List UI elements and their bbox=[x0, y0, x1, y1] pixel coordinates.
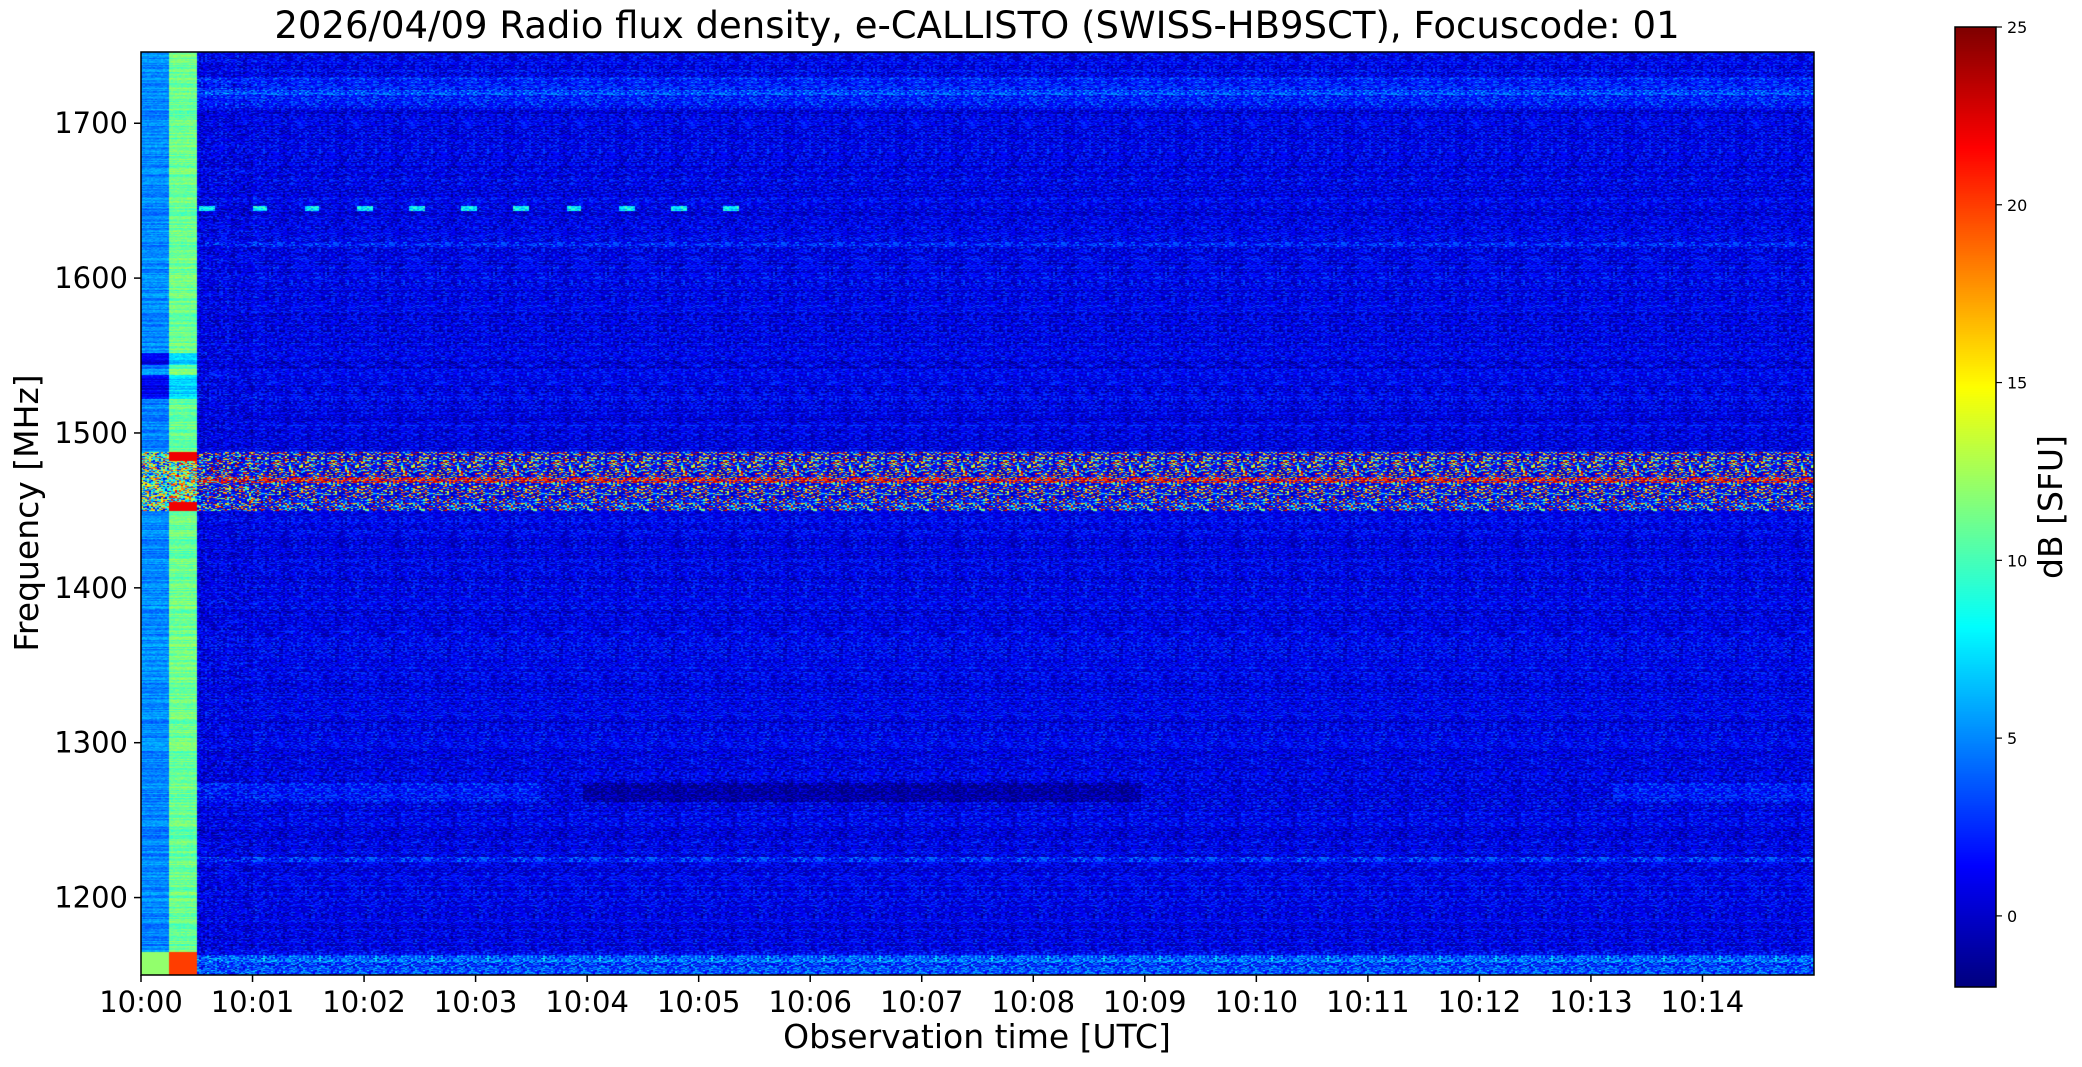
y-tick-label: 1300 bbox=[54, 726, 128, 760]
y-tick-label: 1500 bbox=[54, 416, 128, 450]
colorbar-tick-label: 5 bbox=[2007, 729, 2017, 748]
y-axis-label: Frequency [MHz] bbox=[7, 374, 46, 651]
x-tick-label: 10:03 bbox=[434, 985, 518, 1019]
x-ticks: 10:00 10:01 10:02 10:03 10:04 10:05 10:06 10:07… bbox=[99, 975, 1744, 1019]
colorbar-tick-label: 20 bbox=[2007, 196, 2027, 215]
chart-root: 2026/04/09 Radio flux density, e-CALLIST… bbox=[0, 0, 2082, 1067]
x-tick-label: 10:04 bbox=[545, 985, 629, 1019]
x-tick-label: 10:07 bbox=[880, 985, 964, 1019]
chart-title: 2026/04/09 Radio flux density, e-CALLIST… bbox=[274, 4, 1679, 47]
colorbar-tick-label: 0 bbox=[2007, 907, 2017, 926]
y-tick-label: 1400 bbox=[54, 571, 128, 605]
x-tick-label: 10:06 bbox=[768, 985, 852, 1019]
colorbar-tick-label: 25 bbox=[2007, 18, 2027, 37]
colorbar-frame bbox=[1954, 26, 1997, 988]
x-tick-label: 10:13 bbox=[1549, 985, 1633, 1019]
y-tick-label: 1200 bbox=[54, 881, 128, 915]
colorbar-tick-label: 10 bbox=[2007, 551, 2027, 570]
colorbar-tick-label: 15 bbox=[2007, 374, 2027, 393]
x-tick-label: 10:09 bbox=[1103, 985, 1187, 1019]
axes: 2026/04/09 Radio flux density, e-CALLIST… bbox=[7, 4, 2070, 1056]
x-tick-label: 10:02 bbox=[322, 985, 406, 1019]
x-tick-label: 10:05 bbox=[657, 985, 741, 1019]
x-tick-label: 10:11 bbox=[1326, 985, 1410, 1019]
colorbar-label: dB [SFU] bbox=[2031, 435, 2070, 579]
plot-frame bbox=[140, 51, 1815, 976]
x-axis-label: Observation time [UTC] bbox=[783, 1017, 1171, 1056]
x-tick-label: 10:14 bbox=[1661, 985, 1745, 1019]
x-tick-label: 10:00 bbox=[99, 985, 183, 1019]
x-tick-label: 10:12 bbox=[1438, 985, 1522, 1019]
y-tick-label: 1600 bbox=[54, 261, 128, 295]
y-ticks: 1200 1300 1400 1500 1600 1700 bbox=[54, 106, 141, 915]
colorbar-ticks: 0 5 10 15 20 25 bbox=[1996, 18, 2027, 926]
x-tick-label: 10:01 bbox=[211, 985, 295, 1019]
y-tick-label: 1700 bbox=[54, 106, 128, 140]
x-tick-label: 10:08 bbox=[991, 985, 1075, 1019]
x-tick-label: 10:10 bbox=[1215, 985, 1299, 1019]
